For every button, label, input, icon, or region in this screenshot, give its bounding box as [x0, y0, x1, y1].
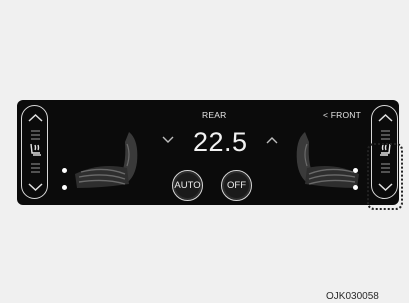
off-button[interactable]: OFF [221, 170, 252, 201]
auto-button[interactable]: AUTO [172, 170, 203, 201]
chevron-down-icon [28, 183, 43, 192]
screenshot-canvas: REAR < FRONT 22.5 AUTO OFF OJK030058 [0, 0, 409, 303]
left-seat-illustration [75, 132, 138, 188]
temp-down-icon[interactable] [161, 135, 175, 145]
temperature-value: 22.5 [193, 127, 248, 157]
temperature-display: 22.5 [155, 126, 278, 160]
seat-button-highlight [367, 143, 403, 210]
rear-climate-panel: REAR < FRONT 22.5 AUTO OFF [17, 100, 399, 205]
off-button-label: OFF [227, 180, 246, 191]
right-seat-level-dot-1 [353, 168, 358, 173]
front-button[interactable]: < FRONT [323, 110, 361, 120]
temp-up-icon[interactable] [265, 135, 279, 145]
image-code: OJK030058 [326, 291, 379, 302]
chevron-up-icon [378, 113, 393, 122]
heated-seat-icon [30, 143, 41, 156]
left-seat-control [21, 105, 48, 199]
rear-label: REAR [202, 110, 227, 120]
right-seat-level-dot-2 [353, 185, 358, 190]
chevron-up-icon [28, 113, 43, 122]
right-seat-illustration [296, 132, 359, 188]
auto-button-label: AUTO [174, 180, 201, 191]
